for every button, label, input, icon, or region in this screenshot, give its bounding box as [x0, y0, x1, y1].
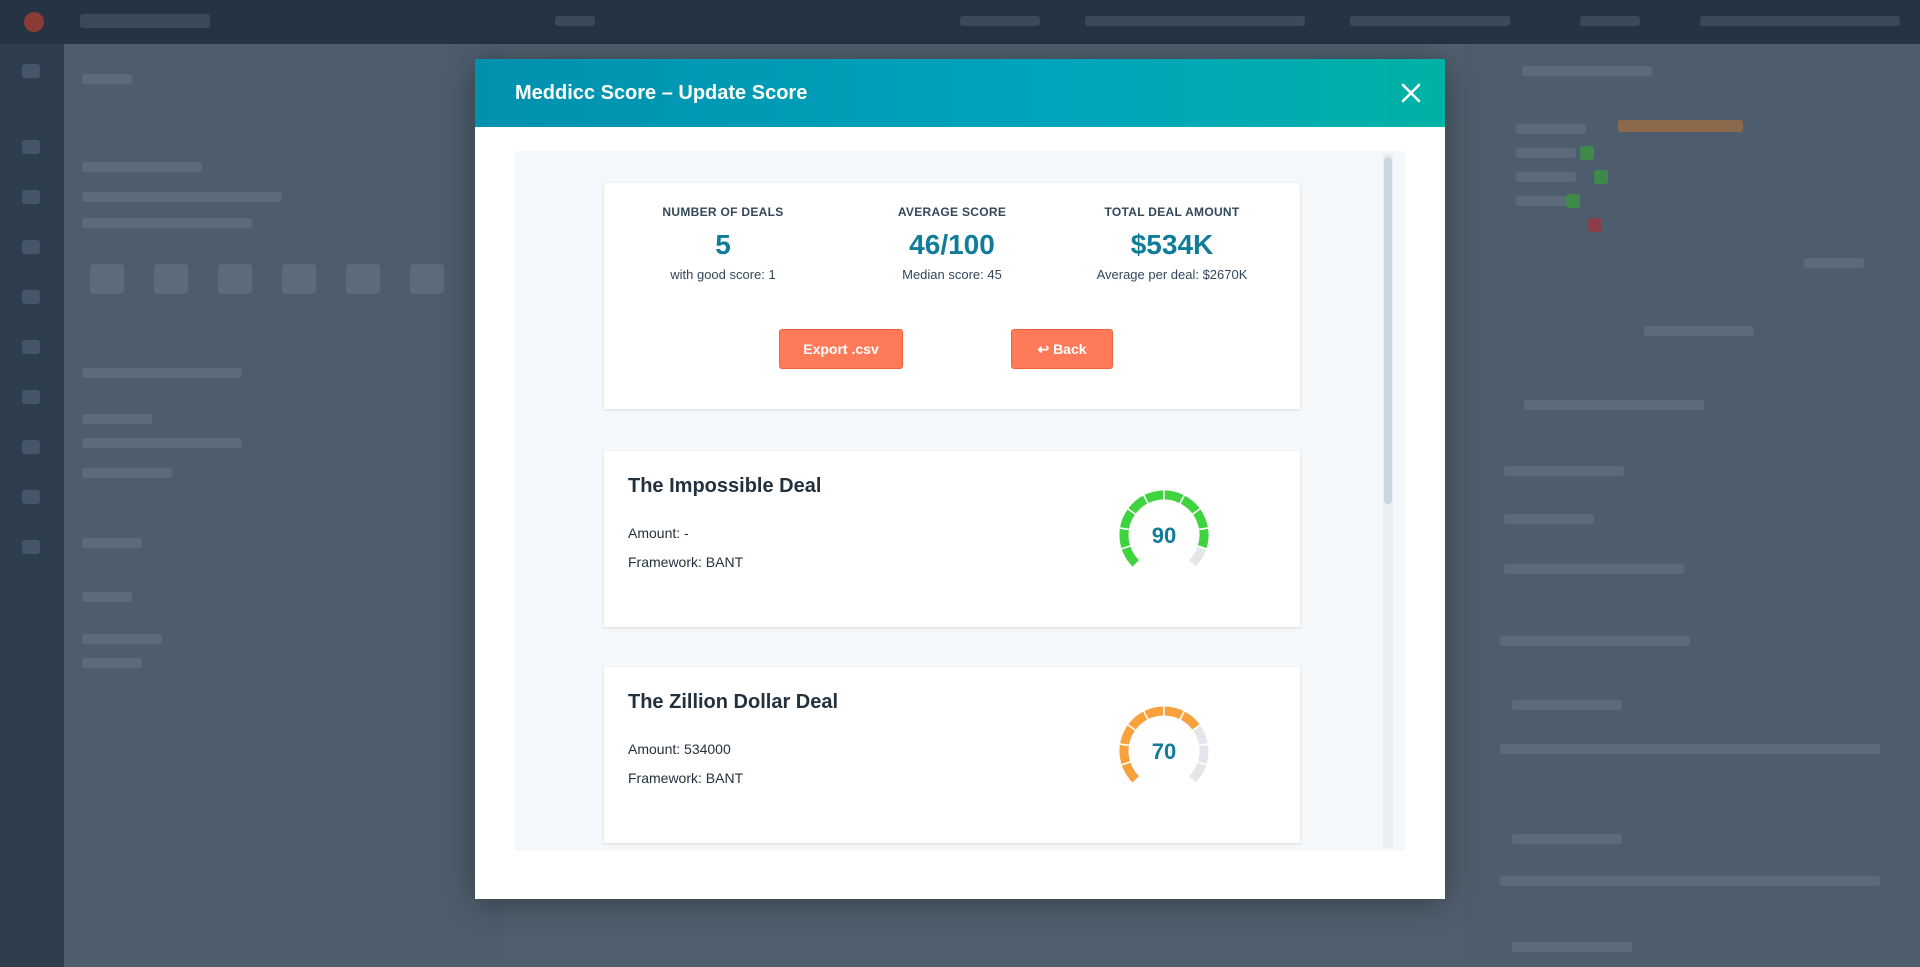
bg-line [1500, 636, 1690, 646]
background-check-icon [1580, 146, 1594, 160]
meddicc-score-modal: Meddicc Score – Update Score NUMBER OF D… [475, 59, 1445, 899]
background-cross-icon [1588, 218, 1602, 232]
top-pill [1700, 16, 1900, 26]
stat-value: 46/100 [909, 229, 995, 260]
stat-number-of-deals: NUMBER OF DEALS 5 with good score: 1 [613, 205, 833, 282]
bg-line [82, 538, 142, 548]
deal-name: The Impossible Deal [628, 475, 822, 497]
deal-framework: Framework: BANT [628, 554, 744, 570]
bg-line [82, 658, 142, 668]
score-gauge: 90 [1114, 485, 1214, 575]
bg-action [218, 264, 252, 294]
bg-line [1516, 148, 1576, 158]
bg-line [1804, 258, 1864, 268]
deal-card[interactable]: The Impossible Deal Amount: - Framework:… [604, 451, 1300, 627]
score-gauge: 70 [1114, 701, 1214, 791]
bg-line [1500, 744, 1880, 754]
background-check-icon [1566, 194, 1580, 208]
stat-label: TOTAL DEAL AMOUNT [1104, 205, 1240, 219]
record-left-panel [64, 44, 504, 967]
bg-line [82, 218, 252, 228]
scrollbar[interactable] [1383, 154, 1393, 848]
score-gauge-chart: 70 [1118, 705, 1210, 783]
bg-line [1644, 326, 1754, 336]
bg-line [1500, 876, 1880, 886]
deal-card[interactable]: The Zillion Dollar Deal Amount: 534000 F… [604, 667, 1300, 843]
nav-icon [22, 490, 40, 504]
scrollbar-thumb[interactable] [1384, 157, 1392, 504]
deal-framework: Framework: BANT [628, 770, 744, 786]
deal-name: The Zillion Dollar Deal [628, 691, 839, 713]
bg-line [82, 438, 242, 448]
close-icon-glyph [1401, 83, 1421, 103]
stat-value: $534K [1130, 229, 1214, 260]
bg-action [154, 264, 188, 294]
bg-line [1504, 564, 1684, 574]
modal-title: Meddicc Score – Update Score [515, 82, 808, 104]
top-navigation-bar [0, 0, 1920, 44]
bg-line [1522, 66, 1652, 76]
gauge-score-label: 70 [1152, 739, 1176, 764]
global-search-input [80, 14, 210, 28]
bg-action [282, 264, 316, 294]
stat-sub: Median score: 45 [902, 267, 1002, 282]
background-check-icon [1594, 170, 1608, 184]
stat-value: 5 [715, 229, 731, 260]
background-score-bar [1618, 120, 1743, 132]
bg-line [1512, 834, 1622, 844]
bg-line [1516, 172, 1576, 182]
bg-line [82, 468, 172, 478]
deal-amount: Amount: - [628, 525, 689, 541]
left-navigation [0, 44, 64, 967]
top-pill [1580, 16, 1640, 26]
bg-line [82, 162, 202, 172]
bg-line [82, 414, 152, 424]
stat-sub: Average per deal: $2670K [1096, 267, 1248, 282]
nav-icon [22, 240, 40, 254]
bg-line [1512, 942, 1632, 952]
close-icon[interactable] [1397, 79, 1425, 107]
record-right-panel [1464, 44, 1920, 967]
bg-line [82, 368, 242, 378]
modal-header: Meddicc Score – Update Score [475, 59, 1445, 127]
deal-amount: Amount: 534000 [628, 741, 731, 757]
modal-content: NUMBER OF DEALS 5 with good score: 1 AVE… [515, 151, 1405, 851]
bg-line [1504, 466, 1624, 476]
bg-line [82, 74, 132, 84]
nav-icon [22, 140, 40, 154]
nav-icon [22, 290, 40, 304]
bg-action [90, 264, 124, 294]
stat-average-score: AVERAGE SCORE 46/100 Median score: 45 [842, 205, 1062, 282]
stat-total-deal-amount: TOTAL DEAL AMOUNT $534K Average per deal… [1052, 205, 1292, 282]
top-pill [555, 16, 595, 26]
bg-line [1524, 400, 1704, 410]
top-pill [960, 16, 1040, 26]
nav-icon [22, 440, 40, 454]
nav-icon [22, 340, 40, 354]
bg-line [1504, 514, 1594, 524]
bg-line [82, 634, 162, 644]
top-pill [1085, 16, 1305, 26]
stat-label: AVERAGE SCORE [897, 205, 1007, 219]
top-pill [1350, 16, 1510, 26]
bg-line [1512, 700, 1622, 710]
bg-line [82, 592, 132, 602]
app-logo [24, 12, 44, 32]
bg-action [410, 264, 444, 294]
stat-sub: with good score: 1 [670, 267, 776, 282]
export-csv-button[interactable]: Export .csv [779, 329, 903, 369]
bg-line [1516, 124, 1586, 134]
nav-icon [22, 540, 40, 554]
bg-action [346, 264, 380, 294]
score-gauge-chart: 90 [1118, 489, 1210, 567]
gauge-score-label: 90 [1152, 523, 1176, 548]
bg-line [82, 192, 282, 202]
back-button[interactable]: ↩ Back [1011, 329, 1113, 369]
nav-icon [22, 64, 40, 78]
nav-icon [22, 190, 40, 204]
stat-label: NUMBER OF DEALS [662, 205, 784, 219]
nav-icon [22, 390, 40, 404]
summary-card: NUMBER OF DEALS 5 with good score: 1 AVE… [604, 183, 1300, 409]
